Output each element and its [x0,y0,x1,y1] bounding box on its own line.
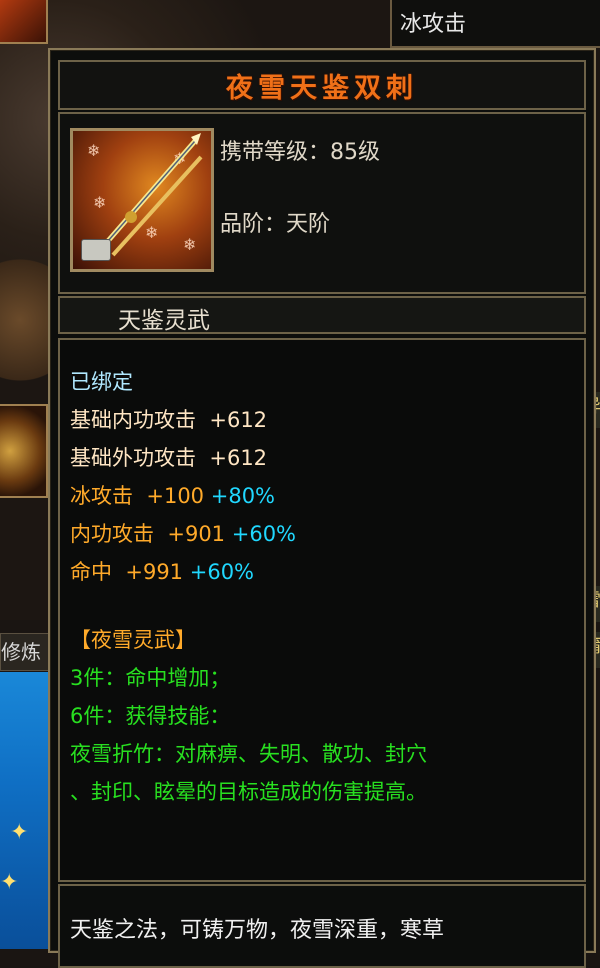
bound-status: 已绑定 [70,370,133,394]
stat-value: +991 [125,560,184,584]
stat-row: 命中 +991 +60% [70,556,254,586]
right-panel-header: 冰攻击 [390,0,600,48]
item-title-bar: 夜雪天鉴双刺 [58,60,586,110]
stat-name: 基础外功攻击 [70,446,196,470]
weapon-icon: ❄ ❄ ❄ ❄ ❄ [70,128,214,272]
sparkle-icon: ✦ [0,870,19,895]
stat-bonus: +60% [231,522,297,546]
set-skill-line: 夜雪折竹：对麻痹、失明、散功、封穴 [70,742,427,766]
stat-name: 内功攻击 [70,522,154,546]
item-attributes: 已绑定 基础内功攻击 +612 基础外功攻击 +612 冰攻击 +100 +80… [58,338,586,882]
stat-bonus: +80% [210,484,276,508]
stat-value: +901 [167,522,226,546]
right-panel-label: 冰攻击 [400,12,467,37]
stat-name: 基础内功攻击 [70,408,196,432]
set-skill-line: 、封印、眩晕的目标造成的伤害提高。 [70,780,427,804]
item-info-section: ❄ ❄ ❄ ❄ ❄ 携带等级：85级 品阶：天阶 [58,112,586,294]
stat-value: +100 [146,484,205,508]
stat-bonus: +60% [189,560,255,584]
item-name: 夜雪天鉴双刺 [226,72,418,104]
stat-row: 基础内功攻击 +612 [70,404,267,434]
skill-slot-icon[interactable] [0,0,48,44]
set-bonus-3: 3件：命中增加； [70,666,231,690]
item-tooltip: 夜雪天鉴双刺 ❄ ❄ ❄ ❄ ❄ 携带等级：85级 品阶：天阶 天鉴灵武 已绑定… [48,48,596,968]
stat-value: +612 [209,408,268,432]
item-category-bar: 天鉴灵武 [58,296,586,334]
stat-row: 冰攻击 +100 +80% [70,480,275,510]
item-lore: 天鉴之法，可铸万物，夜雪深重，寒草 [70,918,445,943]
cultivate-label[interactable]: 修炼 [0,633,54,671]
lock-icon [81,239,111,261]
item-grade: 品阶：天阶 [220,212,331,237]
stat-row: 内功攻击 +901 +60% [70,518,296,548]
bracelet-item-icon[interactable] [0,404,48,498]
stat-name: 冰攻击 [70,484,133,508]
carry-level: 携带等级：85级 [220,140,380,165]
stat-row: 基础外功攻击 +612 [70,442,267,472]
set-bonus-6: 6件：获得技能： [70,704,231,728]
item-category: 天鉴灵武 [118,308,210,334]
sparkle-icon: ✦ [10,820,29,845]
stat-value: +612 [209,446,268,470]
set-name: 【夜雪灵武】 [70,628,196,652]
stat-name: 命中 [70,560,112,584]
item-lore-section: 天鉴之法，可铸万物，夜雪深重，寒草 [58,884,586,968]
